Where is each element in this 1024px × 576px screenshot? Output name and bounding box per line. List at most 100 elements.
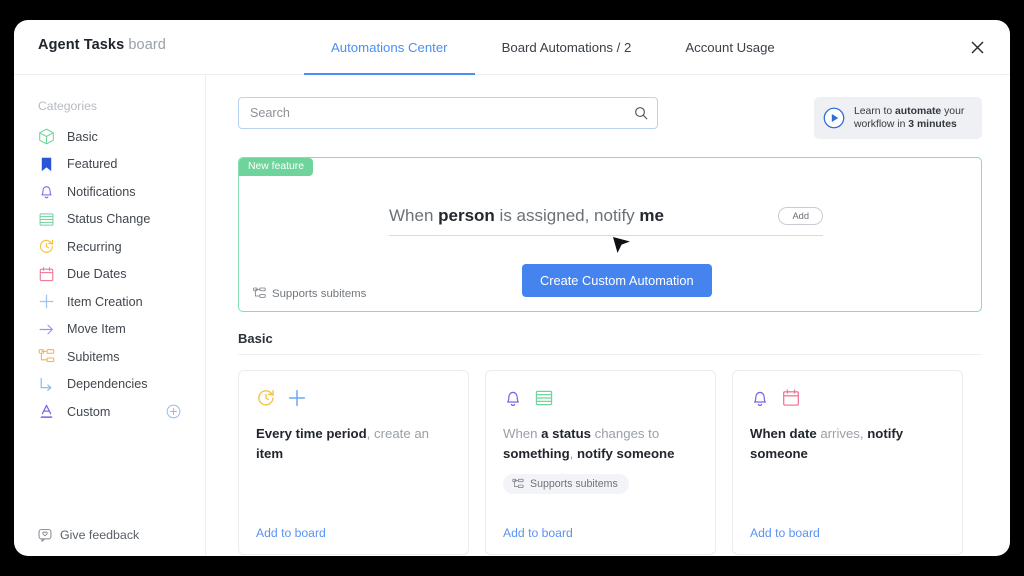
arrow-right-icon — [38, 321, 55, 338]
sidebar-item-recurring[interactable]: Recurring — [14, 233, 205, 261]
feedback-bubble-icon — [38, 528, 52, 542]
add-button[interactable]: Add — [778, 207, 823, 225]
categories-heading: Categories — [38, 99, 97, 113]
promo-line2-bold: 3 minutes — [908, 119, 957, 130]
card-text-part: When date — [750, 426, 817, 441]
sidebar-item-label: Featured — [67, 157, 118, 172]
sidebar-item-item-creation[interactable]: Item Creation — [14, 288, 205, 316]
tab-automations-center[interactable]: Automations Center — [304, 20, 475, 75]
content-toolbar: Learn to automate your workflow in 3 min… — [238, 97, 982, 139]
card-text-part: notify someone — [577, 446, 675, 461]
status-bars-icon — [534, 388, 554, 408]
dependency-icon — [38, 376, 55, 393]
sidebar-item-dependencies[interactable]: Dependencies — [14, 371, 205, 399]
automation-card[interactable]: When a status changes to something, noti… — [485, 370, 716, 555]
automation-card[interactable]: Every time period, create an item Add to … — [238, 370, 469, 555]
bookmark-icon — [38, 156, 55, 173]
content-area: Learn to automate your workflow in 3 min… — [206, 75, 1010, 556]
card-text-part: , — [569, 446, 577, 461]
new-feature-banner: New feature When person is assigned, not… — [238, 157, 982, 312]
sidebar-item-featured[interactable]: Featured — [14, 151, 205, 179]
plus-icon — [38, 293, 55, 310]
add-to-board-link[interactable]: Add to board — [750, 526, 820, 540]
card-description: When date arrives, notify someone — [750, 424, 945, 464]
card-description: Every time period, create an item — [256, 424, 451, 464]
card-text-part: something — [503, 446, 570, 461]
circle-plus-icon[interactable] — [166, 404, 181, 419]
sidebar-item-label: Status Change — [67, 212, 151, 227]
sidebar-item-status-change[interactable]: Status Change — [14, 206, 205, 234]
play-circle-icon — [823, 107, 845, 129]
tab-label: Account Usage — [685, 40, 775, 55]
subitems-icon — [38, 348, 55, 365]
automations-modal: Agent Tasks board Automations Center Boar… — [14, 20, 1010, 556]
categories-list: Basic Featured Notifications Status Change R… — [14, 123, 205, 426]
screen-root: Agent Tasks board Automations Center Boar… — [0, 0, 1024, 576]
card-icon-row — [750, 387, 945, 409]
board-name: Agent Tasks — [38, 37, 125, 53]
sidebar-item-label: Basic — [67, 129, 98, 144]
promo-line2-pre: workflow in — [854, 119, 909, 130]
modal-header: Agent Tasks board Automations Center Boar… — [14, 20, 1010, 75]
recipe-token-person[interactable]: person — [438, 206, 495, 225]
bell-icon — [750, 388, 770, 408]
status-bars-icon — [38, 211, 55, 228]
feedback-label: Give feedback — [60, 528, 140, 542]
card-text-part: item — [256, 446, 284, 461]
categories-sidebar: Categories Basic Featured Notifications Sta… — [14, 75, 206, 556]
bell-icon — [503, 388, 523, 408]
card-text-part: a status — [541, 426, 591, 441]
card-text-part: Every time period — [256, 426, 367, 441]
custom-recipe-row: When person is assigned, notify me Add — [389, 206, 823, 236]
automation-cards: Every time period, create an item Add to … — [238, 370, 982, 555]
board-suffix: board — [128, 37, 166, 53]
page-title: Agent Tasks board — [38, 37, 166, 53]
sidebar-item-label: Recurring — [67, 239, 122, 254]
tab-account-usage[interactable]: Account Usage — [658, 20, 801, 75]
close-icon[interactable] — [966, 36, 988, 58]
calendar-icon — [38, 266, 55, 283]
learn-automate-banner[interactable]: Learn to automate your workflow in 3 min… — [814, 97, 982, 139]
recipe-pre: When — [389, 206, 439, 225]
sidebar-item-label: Subitems — [67, 349, 120, 364]
sidebar-item-due-dates[interactable]: Due Dates — [14, 261, 205, 289]
sidebar-item-label: Item Creation — [67, 294, 143, 309]
sidebar-item-label: Custom — [67, 404, 111, 419]
sidebar-item-label: Notifications — [67, 184, 136, 199]
recipe-token-me[interactable]: me — [639, 206, 664, 225]
search-container — [238, 97, 658, 129]
recipe-sentence: When person is assigned, notify me — [389, 206, 664, 226]
sidebar-item-subitems[interactable]: Subitems — [14, 343, 205, 371]
add-to-board-link[interactable]: Add to board — [503, 526, 573, 540]
search-input[interactable] — [238, 97, 658, 129]
promo-line1-pre: Learn to — [854, 106, 896, 117]
tab-board-automations-2[interactable]: Board Automations / 2 — [475, 20, 659, 75]
give-feedback-button[interactable]: Give feedback — [38, 528, 139, 542]
promo-line1-post: your — [941, 106, 965, 117]
promo-line1-bold: automate — [895, 106, 942, 117]
subitems-icon — [253, 287, 266, 300]
cube-icon — [38, 128, 55, 145]
card-text-part: arrives, — [816, 426, 868, 441]
card-icon-row — [256, 387, 451, 409]
banner-subitems-label: Supports subitems — [272, 287, 367, 300]
chip-label: Supports subitems — [530, 478, 618, 490]
recipe-mid: is assigned, notify — [494, 206, 640, 225]
add-to-board-link[interactable]: Add to board — [256, 526, 326, 540]
sidebar-item-label: Move Item — [67, 322, 126, 337]
card-text-part: , create an — [366, 426, 429, 441]
card-text-part: changes to — [590, 426, 660, 441]
sidebar-item-custom[interactable]: Custom — [14, 398, 205, 426]
bell-icon — [38, 183, 55, 200]
create-custom-automation-button[interactable]: Create Custom Automation — [522, 264, 712, 297]
sidebar-item-notifications[interactable]: Notifications — [14, 178, 205, 206]
banner-supports-subitems: Supports subitems — [253, 287, 366, 300]
recurring-clock-icon — [38, 238, 55, 255]
card-description: When a status changes to something, noti… — [503, 424, 698, 464]
automation-card[interactable]: When date arrives, notify someone Add to … — [732, 370, 963, 555]
tab-label: Board Automations / 2 — [501, 40, 632, 55]
tab-label: Automations Center — [331, 40, 448, 55]
calendar-icon — [781, 388, 801, 408]
sidebar-item-move-item[interactable]: Move Item — [14, 316, 205, 344]
sidebar-item-basic[interactable]: Basic — [14, 123, 205, 151]
